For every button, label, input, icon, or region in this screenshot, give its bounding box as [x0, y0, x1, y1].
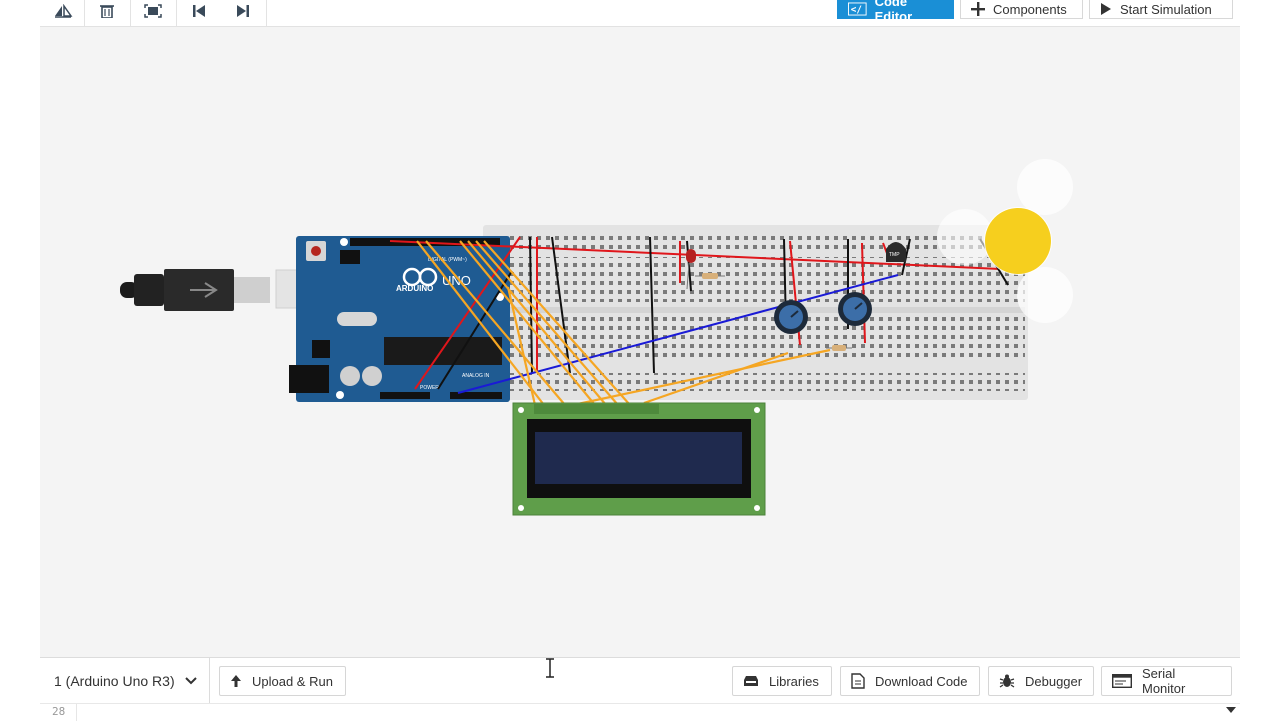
libraries-button[interactable]: Libraries [732, 666, 832, 696]
potentiometer-1[interactable] [774, 300, 808, 334]
trash-icon[interactable] [96, 0, 118, 22]
plus-icon [971, 2, 985, 16]
components-label: Components [993, 1, 1067, 17]
toolbar-divider [176, 0, 177, 26]
power-pins-label: POWER [420, 385, 439, 391]
play-icon [1101, 3, 1111, 15]
top-toolbar: </ Code Editor Components Start Simulati… [40, 0, 1240, 27]
flip-icon[interactable] [50, 0, 76, 22]
chevron-down-icon [184, 674, 197, 688]
download-code-label: Download Code [875, 673, 968, 689]
code-panel-bar: 1 (Arduino Uno R3) Upload & Run Librarie… [40, 657, 1240, 704]
bug-icon [999, 674, 1015, 688]
start-simulation-button[interactable]: Start Simulation [1089, 0, 1233, 19]
start-simulation-label: Start Simulation [1120, 1, 1212, 17]
right-margin [1240, 0, 1280, 720]
serial-monitor-icon [1112, 674, 1132, 688]
file-icon [851, 673, 865, 689]
toolbar-divider [130, 0, 131, 26]
code-editor-button[interactable]: </ Code Editor [837, 0, 954, 24]
editor-gutter [76, 704, 77, 721]
upload-icon [231, 675, 241, 687]
circuit-editor: </ Code Editor Components Start Simulati… [40, 0, 1240, 721]
analog-pins-label: ANALOG IN [462, 373, 490, 379]
toolbar-divider [266, 0, 267, 26]
upload-run-button[interactable]: Upload & Run [219, 666, 346, 696]
svg-text:</: </ [851, 5, 863, 16]
lcd-16x2-display[interactable] [512, 402, 766, 516]
step-forward-icon[interactable] [232, 0, 254, 22]
toolbar-divider [84, 0, 85, 26]
potentiometer-2[interactable] [838, 292, 872, 326]
debugger-button[interactable]: Debugger [988, 666, 1094, 696]
tmp-label: TMP [889, 252, 900, 258]
serial-monitor-button[interactable]: Serial Monitor [1101, 666, 1232, 696]
text-cursor-icon [545, 658, 555, 683]
fit-view-icon[interactable] [142, 0, 164, 22]
libraries-label: Libraries [769, 673, 819, 689]
code-icon: </ [848, 2, 867, 16]
line-number: 28 [52, 705, 66, 718]
code-editor-label: Code Editor [874, 0, 913, 24]
download-code-button[interactable]: Download Code [840, 666, 980, 696]
scroll-down-icon[interactable] [1226, 707, 1236, 713]
serial-monitor-label: Serial Monitor [1142, 666, 1186, 696]
code-editor-area[interactable]: 28 [40, 703, 1240, 721]
board-select-value: 1 (Arduino Uno R3) [54, 673, 175, 689]
board-select-dropdown[interactable]: 1 (Arduino Uno R3) [40, 658, 210, 704]
components-button[interactable]: Components [960, 0, 1083, 19]
step-back-icon[interactable] [188, 0, 210, 22]
circuit-drawing[interactable]: ARDUINO UNO DIGITAL (PWM~) POWER ANALOG … [40, 27, 1240, 657]
left-margin [0, 0, 40, 720]
circuit-canvas[interactable]: ARDUINO UNO DIGITAL (PWM~) POWER ANALOG … [40, 27, 1240, 657]
debugger-label: Debugger [1025, 673, 1083, 689]
upload-run-label: Upload & Run [252, 673, 333, 689]
library-icon [744, 676, 758, 686]
